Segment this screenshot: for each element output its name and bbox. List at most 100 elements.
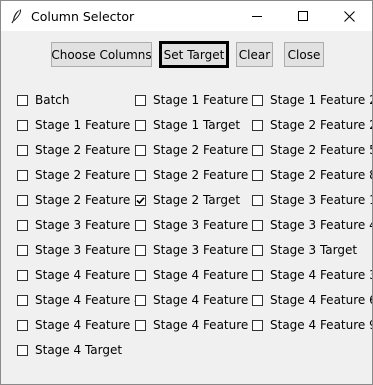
checkbox[interactable]	[135, 144, 146, 156]
close-window-button[interactable]	[326, 1, 372, 31]
checkbox[interactable]	[135, 294, 146, 306]
column-checkbox-item[interactable]: Stage 1 Feature 1	[135, 90, 260, 110]
checkbox[interactable]	[135, 194, 146, 206]
checkbox[interactable]	[252, 294, 263, 306]
column-checkbox-item[interactable]: Stage 4 Feature 9	[252, 315, 372, 335]
close-button[interactable]: Close	[284, 42, 324, 67]
checkbox-label: Batch	[35, 93, 70, 107]
checkbox-label: Stage 3 Feature 6	[153, 243, 260, 257]
column-checkbox-item[interactable]: Stage 2 Feature 4	[135, 140, 260, 160]
checkbox-label: Stage 4 Feature 8	[153, 318, 260, 332]
column-checkbox-item[interactable]: Stage 4 Feature 3	[252, 265, 373, 285]
title-bar[interactable]: Column Selector	[1, 1, 372, 31]
checkbox[interactable]	[17, 194, 28, 206]
column-checkbox-item[interactable]: Stage 3 Target	[252, 240, 357, 260]
checkbox[interactable]	[252, 94, 263, 106]
checkbox[interactable]	[252, 269, 263, 281]
checkbox-label: Stage 3 Feature 5	[35, 243, 142, 257]
column-checkbox-item[interactable]: Stage 2 Target	[135, 190, 240, 210]
checkbox[interactable]	[17, 294, 28, 306]
checkbox[interactable]	[252, 144, 263, 156]
column-checkbox-item[interactable]: Stage 2 Feature 7	[135, 165, 260, 185]
checkbox[interactable]	[252, 119, 263, 131]
clear-button[interactable]: Clear	[236, 42, 273, 67]
checkbox-label: Stage 2 Feature 6	[35, 168, 142, 182]
column-checkbox-item[interactable]: Stage 3 Feature 6	[135, 240, 260, 260]
column-checkbox-item[interactable]: Stage 4 Target	[17, 340, 122, 360]
checkbox-label: Stage 2 Feature 2	[270, 118, 373, 132]
checkbox[interactable]	[135, 219, 146, 231]
column-checkbox-item[interactable]: Stage 4 Feature 4	[17, 290, 142, 310]
checkbox-label: Stage 4 Feature 1	[35, 268, 142, 282]
checkbox-label: Stage 4 Target	[35, 343, 123, 357]
checkbox[interactable]	[135, 244, 146, 256]
checkbox[interactable]	[17, 269, 28, 281]
column-checkbox-item[interactable]: Stage 2 Feature 6	[17, 165, 142, 185]
choose-columns-button[interactable]: Choose Columns	[51, 42, 152, 67]
checkbox-label: Stage 1 Feature 2	[270, 93, 373, 107]
checkbox-label: Stage 2 Feature 5	[270, 143, 373, 157]
column-checkbox-item[interactable]: Stage 4 Feature 1	[17, 265, 142, 285]
checkbox-label: Stage 4 Feature 7	[35, 318, 142, 332]
column-checkbox-item[interactable]: Stage 3 Feature 1	[252, 190, 373, 210]
checkbox[interactable]	[17, 344, 28, 356]
checkbox[interactable]	[252, 319, 263, 331]
column-checkbox-item[interactable]: Stage 2 Feature 2	[252, 115, 373, 135]
column-checkbox-item[interactable]: Stage 4 Feature 5	[135, 290, 260, 310]
column-checkbox-item[interactable]: Stage 2 Feature 1	[17, 190, 142, 210]
column-checkbox-item[interactable]: Stage 4 Feature 8	[135, 315, 260, 335]
close-icon	[343, 10, 355, 22]
column-checkbox-item[interactable]: Stage 4 Feature 7	[17, 315, 142, 335]
column-checkbox-item[interactable]: Stage 4 Feature 6	[252, 290, 373, 310]
maximize-icon	[298, 11, 308, 21]
feather-icon	[9, 8, 25, 24]
checkbox-label: Stage 3 Feature 4	[270, 218, 373, 232]
checkbox[interactable]	[17, 119, 28, 131]
column-checkbox-item[interactable]: Stage 3 Feature 4	[252, 215, 373, 235]
checkbox-label: Stage 4 Feature 2	[153, 268, 260, 282]
checkbox[interactable]	[252, 219, 263, 231]
column-checkbox-item[interactable]: Stage 2 Feature 3	[17, 140, 142, 160]
checkbox[interactable]	[252, 244, 263, 256]
checkbox[interactable]	[17, 244, 28, 256]
checkbox-label: Stage 2 Feature 7	[153, 168, 260, 182]
checkbox[interactable]	[17, 94, 28, 106]
checkbox[interactable]	[252, 194, 263, 206]
column-checkbox-item[interactable]: Batch	[17, 90, 70, 110]
column-checkbox-item[interactable]: Stage 4 Feature 2	[135, 265, 260, 285]
minimize-button[interactable]	[234, 1, 280, 31]
checkbox-label: Stage 2 Feature 3	[35, 143, 142, 157]
maximize-button[interactable]	[280, 1, 326, 31]
checkbox[interactable]	[17, 219, 28, 231]
column-checkbox-item[interactable]: Stage 3 Feature 2	[17, 215, 142, 235]
set-target-button[interactable]: Set Target	[159, 41, 229, 68]
checkbox[interactable]	[135, 319, 146, 331]
checkbox[interactable]	[135, 119, 146, 131]
checkbox-label: Stage 2 Feature 4	[153, 143, 260, 157]
checkbox[interactable]	[17, 319, 28, 331]
column-checkbox-item[interactable]: Stage 1 Target	[135, 115, 240, 135]
column-checkbox-item[interactable]: Stage 3 Feature 5	[17, 240, 142, 260]
checkbox-label: Stage 4 Feature 6	[270, 293, 373, 307]
column-checkbox-item[interactable]: Stage 1 Feature 2	[252, 90, 373, 110]
checkbox[interactable]	[135, 169, 146, 181]
checkmark-icon	[136, 196, 145, 204]
column-checkbox-item[interactable]: Stage 2 Feature 5	[252, 140, 373, 160]
column-checkbox-item[interactable]: Stage 2 Feature 8	[252, 165, 372, 185]
checkbox-label: Stage 2 Target	[153, 193, 241, 207]
checkbox[interactable]	[252, 169, 263, 181]
checkbox[interactable]	[17, 169, 28, 181]
checkbox[interactable]	[17, 144, 28, 156]
column-checkbox-item[interactable]: Stage 1 Feature 3	[17, 115, 142, 135]
checkbox-label: Stage 4 Feature 3	[270, 268, 373, 282]
checkbox[interactable]	[135, 94, 146, 106]
checkbox-label: Stage 4 Feature 5	[153, 293, 260, 307]
checkbox-label: Stage 3 Feature 2	[35, 218, 142, 232]
checkbox-label: Stage 3 Target	[270, 243, 358, 257]
checkbox-label: Stage 3 Feature 1	[270, 193, 373, 207]
column-checkbox-item[interactable]: Stage 3 Feature 3	[135, 215, 260, 235]
checkbox[interactable]	[135, 269, 146, 281]
window-title: Column Selector	[31, 9, 135, 24]
checkbox-label: Stage 1 Target	[153, 118, 241, 132]
checkbox-label: Stage 3 Feature 3	[153, 218, 260, 232]
